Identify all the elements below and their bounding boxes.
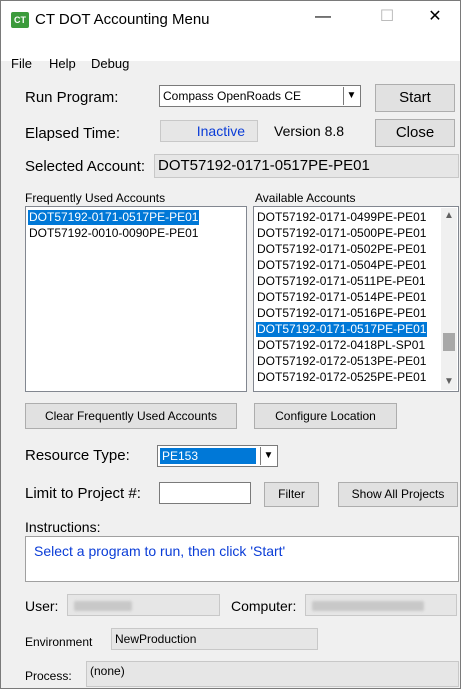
elapsed-time-field: Inactive (160, 120, 258, 142)
list-item[interactable]: DOT57192-0171-0499PE-PE01 (256, 210, 427, 225)
start-button[interactable]: Start (375, 84, 455, 112)
list-item[interactable]: DOT57192-0171-0511PE-PE01 (256, 274, 427, 289)
list-item[interactable]: DOT57192-0171-0500PE-PE01 (256, 226, 427, 241)
run-program-select[interactable]: Compass OpenRoads CE ▼ (159, 85, 361, 107)
project-number-input[interactable] (159, 482, 251, 504)
maximize-button[interactable]: ☐ (364, 1, 410, 33)
user-label: User: (25, 598, 59, 614)
menu-file[interactable]: File (11, 56, 32, 71)
list-item[interactable]: DOT57192-0171-0516PE-PE01 (256, 306, 427, 321)
chevron-down-icon[interactable]: ▼ (260, 447, 276, 465)
minimize-button[interactable]: — (300, 1, 346, 33)
clear-frequent-accounts-button[interactable]: Clear Frequently Used Accounts (25, 403, 237, 429)
process-value: (none) (90, 664, 125, 678)
close-window-button[interactable]: ✕ (412, 1, 458, 33)
scroll-up-icon[interactable]: ▲ (441, 208, 457, 224)
app-icon: CT (11, 12, 29, 28)
menu-help[interactable]: Help (49, 56, 76, 71)
process-label: Process: (25, 669, 72, 683)
list-item[interactable]: DOT57192-0172-0513PE-PE01 (256, 354, 427, 369)
configure-location-button[interactable]: Configure Location (254, 403, 397, 429)
chevron-down-icon[interactable]: ▼ (343, 87, 359, 105)
resource-type-select[interactable]: PE153 ▼ (157, 445, 278, 467)
filter-button[interactable]: Filter (264, 482, 319, 507)
window-title: CT DOT Accounting Menu (35, 11, 210, 28)
environment-label: Environment (25, 635, 93, 649)
scroll-down-icon[interactable]: ▼ (441, 374, 457, 390)
scroll-thumb[interactable] (443, 333, 455, 351)
computer-field (305, 594, 457, 616)
list-item[interactable]: DOT57192-0171-0517PE-PE01 (256, 322, 428, 337)
frequent-accounts-label: Frequently Used Accounts (25, 191, 166, 205)
elapsed-time-label: Elapsed Time: (25, 125, 121, 142)
computer-label: Computer: (231, 598, 297, 614)
list-item[interactable]: DOT57192-0010-0090PE-PE01 (28, 226, 199, 241)
list-item[interactable]: DOT57192-0171-0514PE-PE01 (256, 290, 427, 305)
instructions-label: Instructions: (25, 519, 101, 535)
version-label: Version 8.8 (274, 123, 345, 139)
menu-bar: File Help Debug (1, 39, 460, 71)
environment-field: NewProduction (111, 628, 318, 650)
run-program-label: Run Program: (25, 89, 119, 106)
instructions-text: Select a program to run, then click 'Sta… (34, 543, 286, 559)
list-item[interactable]: DOT57192-0172-0525PE-PE01 (256, 370, 427, 385)
instructions-box: Select a program to run, then click 'Sta… (25, 536, 459, 582)
elapsed-status: Inactive (196, 123, 245, 139)
redacted-computer (312, 601, 424, 611)
accounting-menu-window: CT CT DOT Accounting Menu — ☐ ✕ File Hel… (0, 0, 461, 689)
selected-account-field: DOT57192-0171-0517PE-PE01 (154, 154, 459, 178)
redacted-user (74, 601, 132, 611)
list-item[interactable]: DOT57192-0172-0418PL-SP01 (256, 338, 426, 353)
user-field (67, 594, 220, 616)
selected-account-label: Selected Account: (25, 158, 146, 175)
available-accounts-label: Available Accounts (255, 191, 356, 205)
available-accounts-scrollbar[interactable]: ▲ ▼ (441, 208, 457, 390)
environment-value: NewProduction (115, 632, 197, 646)
limit-project-label: Limit to Project #: (25, 485, 141, 502)
list-item[interactable]: DOT57192-0171-0504PE-PE01 (256, 258, 427, 273)
list-item[interactable]: DOT57192-0171-0517PE-PE01 (28, 210, 200, 225)
title-bar[interactable]: CT CT DOT Accounting Menu — ☐ ✕ (1, 1, 460, 39)
frequent-accounts-list[interactable]: DOT57192-0171-0517PE-PE01 DOT57192-0010-… (25, 206, 247, 392)
process-field: (none) (86, 661, 459, 687)
resource-type-value: PE153 (160, 448, 256, 464)
available-accounts-list[interactable]: DOT57192-0171-0499PE-PE01 DOT57192-0171-… (253, 206, 459, 392)
menu-debug[interactable]: Debug (91, 56, 129, 71)
close-button[interactable]: Close (375, 119, 455, 147)
selected-account-value: DOT57192-0171-0517PE-PE01 (158, 157, 370, 174)
list-item[interactable]: DOT57192-0171-0502PE-PE01 (256, 242, 427, 257)
show-all-projects-button[interactable]: Show All Projects (338, 482, 458, 507)
resource-type-label: Resource Type: (25, 447, 130, 464)
run-program-value: Compass OpenRoads CE (163, 89, 302, 103)
